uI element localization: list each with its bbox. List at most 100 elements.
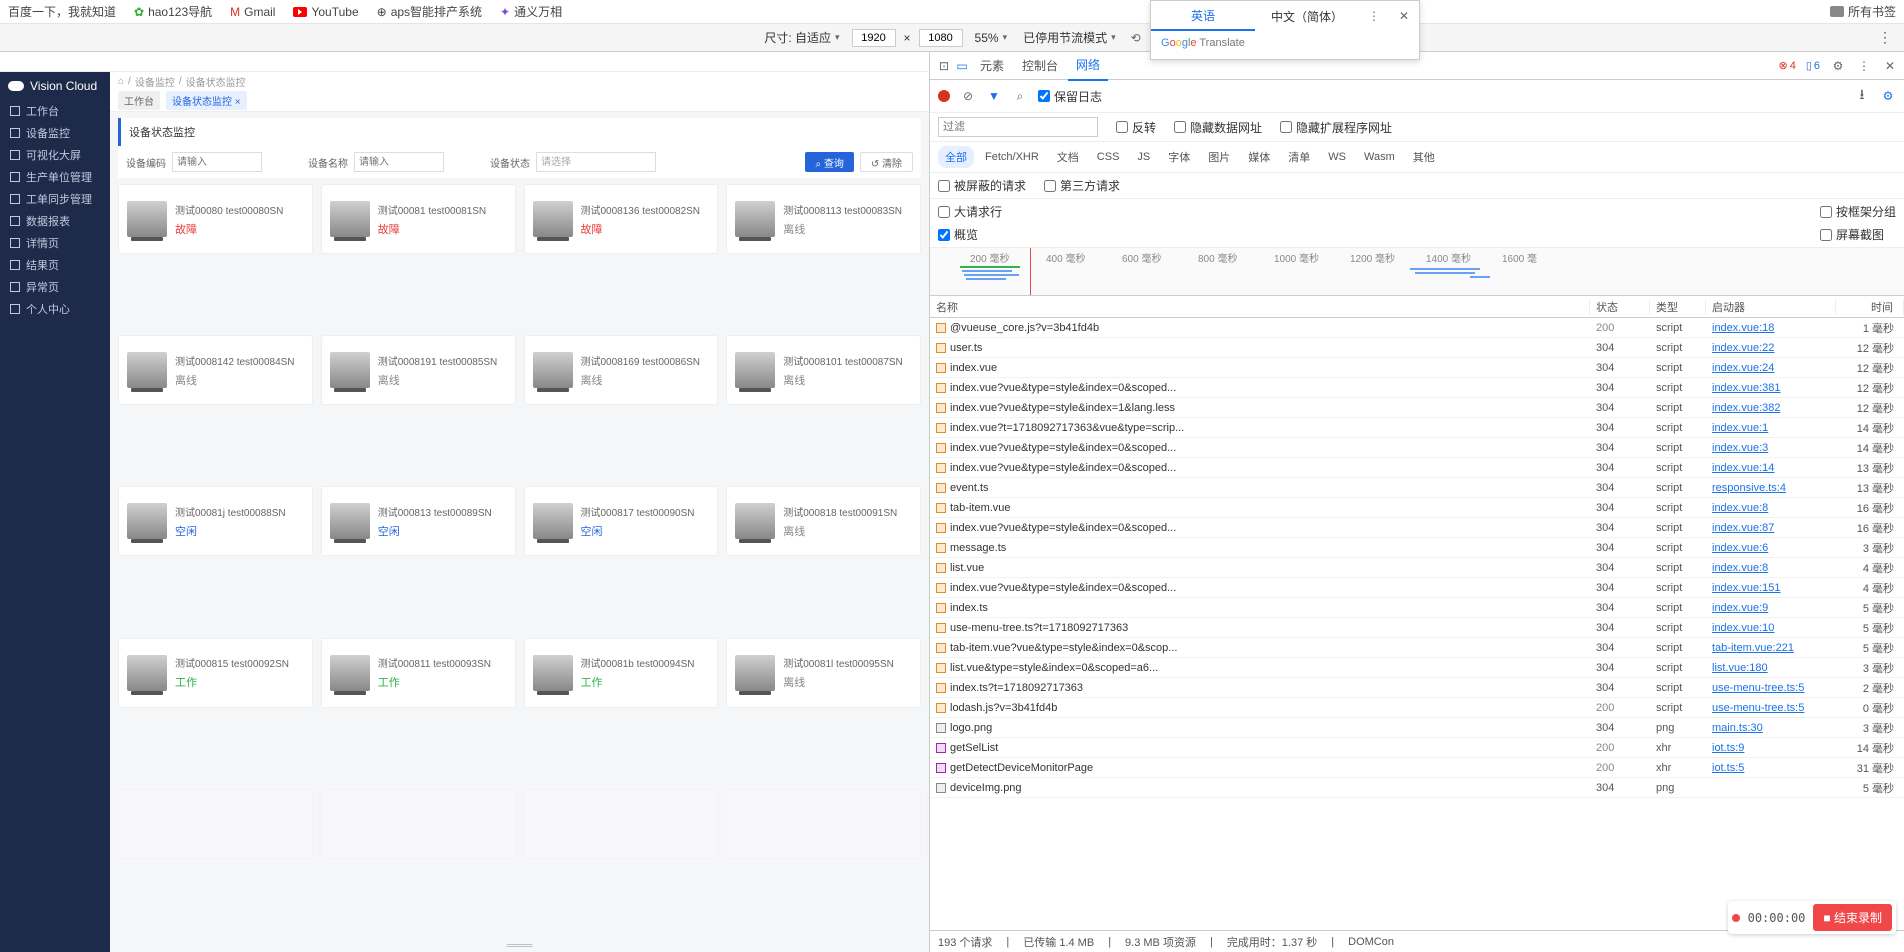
sidebar-item-3[interactable]: 生产单位管理 [0,166,110,188]
preserve-log-checkbox[interactable]: 保留日志 [1038,88,1102,105]
network-row[interactable]: deviceImg.png304png5 毫秒 [930,778,1904,798]
network-row[interactable]: @vueuse_core.js?v=3b41fd4b200scriptindex… [930,318,1904,338]
tab-device-monitor[interactable]: 设备状态监控 × [166,91,247,110]
translate-more-icon[interactable]: ⋮ [1359,1,1389,31]
network-row[interactable]: index.vue?vue&type=style&index=0&scoped.… [930,578,1904,598]
initiator-link[interactable]: index.vue:14 [1706,462,1836,474]
filter-type-清单[interactable]: 清单 [1281,146,1317,168]
device-card[interactable]: 测试000818 test00091SN离线 [726,486,921,556]
translate-tab-en[interactable]: 英语 [1151,1,1255,31]
bookmark-aps[interactable]: ⊕aps智能排产系统 [377,3,482,20]
initiator-link[interactable]: iot.ts:5 [1706,762,1836,774]
height-input[interactable] [919,29,963,47]
error-count[interactable]: ⊗ 4 [1778,59,1795,72]
filter-type-WS[interactable]: WS [1321,148,1353,166]
network-row[interactable]: user.ts304scriptindex.vue:2212 毫秒 [930,338,1904,358]
message-count[interactable]: ▯ 6 [1806,59,1820,72]
filter-type-媒体[interactable]: 媒体 [1241,146,1277,168]
network-row[interactable]: index.ts304scriptindex.vue:95 毫秒 [930,598,1904,618]
network-row[interactable]: index.vue?vue&type=style&index=0&scoped.… [930,518,1904,538]
filter-type-全部[interactable]: 全部 [938,146,974,168]
translate-close-icon[interactable]: ✕ [1389,1,1419,31]
more-icon[interactable]: ⋮ [1856,59,1872,73]
network-row[interactable]: logo.png304pngmain.ts:303 毫秒 [930,718,1904,738]
width-input[interactable] [852,29,896,47]
device-card[interactable]: 测试00081 test00081SN故障 [321,184,516,254]
initiator-link[interactable]: list.vue:180 [1706,662,1836,674]
network-row[interactable]: list.vue304scriptindex.vue:84 毫秒 [930,558,1904,578]
sidebar-item-6[interactable]: 详情页 [0,232,110,254]
hide-ext-checkbox[interactable]: 隐藏扩展程序网址 [1280,119,1392,136]
filter-input[interactable] [938,117,1098,137]
invert-checkbox[interactable]: 反转 [1116,119,1156,136]
initiator-link[interactable]: index.vue:382 [1706,402,1836,414]
bookmark-tongyi[interactable]: ✦通义万相 [500,3,562,20]
bookmark-gmail[interactable]: MGmail [230,5,275,19]
blocked-req-checkbox[interactable]: 被屏蔽的请求 [938,177,1026,194]
network-row[interactable]: index.vue?vue&type=style&index=0&scoped.… [930,378,1904,398]
initiator-link[interactable]: main.ts:30 [1706,722,1836,734]
tab-network[interactable]: 网络 [1068,50,1108,81]
filter-type-CSS[interactable]: CSS [1090,148,1127,166]
initiator-link[interactable]: index.vue:381 [1706,382,1836,394]
throttle-select[interactable]: 已停用节流模式 [1019,29,1120,46]
initiator-link[interactable]: index.vue:9 [1706,602,1836,614]
network-row[interactable]: tab-item.vue304scriptindex.vue:816 毫秒 [930,498,1904,518]
device-status-select[interactable]: 请选择 [536,152,656,172]
download-icon[interactable]: ⭳ [1854,84,1870,108]
device-toggle-icon[interactable]: ▭ [954,59,970,73]
third-party-checkbox[interactable]: 第三方请求 [1044,177,1120,194]
app-logo[interactable]: Vision Cloud [0,72,110,100]
initiator-link[interactable]: index.vue:8 [1706,502,1836,514]
tab-elements[interactable]: 元素 [972,51,1012,80]
network-row[interactable]: index.vue?t=1718092717363&vue&type=scrip… [930,418,1904,438]
initiator-link[interactable]: index.vue:151 [1706,582,1836,594]
initiator-link[interactable]: use-menu-tree.ts:5 [1706,682,1836,694]
sidebar-item-2[interactable]: 可视化大屏 [0,144,110,166]
sidebar-item-7[interactable]: 结果页 [0,254,110,276]
overview-checkbox[interactable]: 概览 [938,226,1002,243]
filter-type-Wasm[interactable]: Wasm [1357,148,1402,166]
search-icon[interactable]: ⌕ [1012,89,1028,104]
device-card[interactable]: 测试0008101 test00087SN离线 [726,335,921,405]
network-row[interactable]: getSelList200xhriot.ts:914 毫秒 [930,738,1904,758]
initiator-link[interactable]: index.vue:3 [1706,442,1836,454]
filter-type-其他[interactable]: 其他 [1406,146,1442,168]
network-row[interactable]: index.vue304scriptindex.vue:2412 毫秒 [930,358,1904,378]
device-card[interactable]: 测试000813 test00089SN空闲 [321,486,516,556]
initiator-link[interactable]: index.vue:8 [1706,562,1836,574]
hide-data-checkbox[interactable]: 隐藏数据网址 [1174,119,1262,136]
zoom-select[interactable]: 55% [971,31,1012,45]
sidebar-item-0[interactable]: 工作台 [0,100,110,122]
network-row[interactable]: lodash.js?v=3b41fd4b200scriptuse-menu-tr… [930,698,1904,718]
network-row[interactable]: list.vue&type=style&index=0&scoped=a6...… [930,658,1904,678]
device-code-input[interactable] [172,152,262,172]
settings-icon[interactable]: ⚙ [1830,59,1846,73]
filter-type-图片[interactable]: 图片 [1201,146,1237,168]
initiator-link[interactable]: index.vue:10 [1706,622,1836,634]
network-row[interactable]: use-menu-tree.ts?t=1718092717363304scrip… [930,618,1904,638]
device-card[interactable]: 测试000817 test00090SN空闲 [524,486,719,556]
tab-console[interactable]: 控制台 [1014,51,1066,80]
network-row[interactable]: index.vue?vue&type=style&index=1&lang.le… [930,398,1904,418]
device-card[interactable]: 测试000811 test00093SN工作 [321,638,516,708]
initiator-link[interactable]: iot.ts:9 [1706,742,1836,754]
network-settings-icon[interactable]: ⚙ [1880,89,1896,103]
network-row[interactable]: message.ts304scriptindex.vue:63 毫秒 [930,538,1904,558]
home-icon[interactable]: ⌂ [118,76,124,87]
bookmark-baidu[interactable]: 百度一下，我就知道 [8,3,116,20]
sidebar-item-8[interactable]: 异常页 [0,276,110,298]
initiator-link[interactable]: index.vue:87 [1706,522,1836,534]
filter-type-JS[interactable]: JS [1130,148,1157,166]
filter-icon[interactable]: ▼ [986,89,1002,103]
sidebar-item-5[interactable]: 数据报表 [0,210,110,232]
network-row[interactable]: index.ts?t=1718092717363304scriptuse-men… [930,678,1904,698]
initiator-link[interactable]: index.vue:22 [1706,342,1836,354]
network-row[interactable]: index.vue?vue&type=style&index=0&scoped.… [930,458,1904,478]
record-toggle[interactable] [938,90,950,102]
size-mode-select[interactable]: 尺寸: 自适应 [760,29,843,46]
initiator-link[interactable]: use-menu-tree.ts:5 [1706,702,1836,714]
device-card[interactable]: 测试00080 test00080SN故障 [118,184,313,254]
initiator-link[interactable]: tab-item.vue:221 [1706,642,1836,654]
initiator-link[interactable]: index.vue:18 [1706,322,1836,334]
